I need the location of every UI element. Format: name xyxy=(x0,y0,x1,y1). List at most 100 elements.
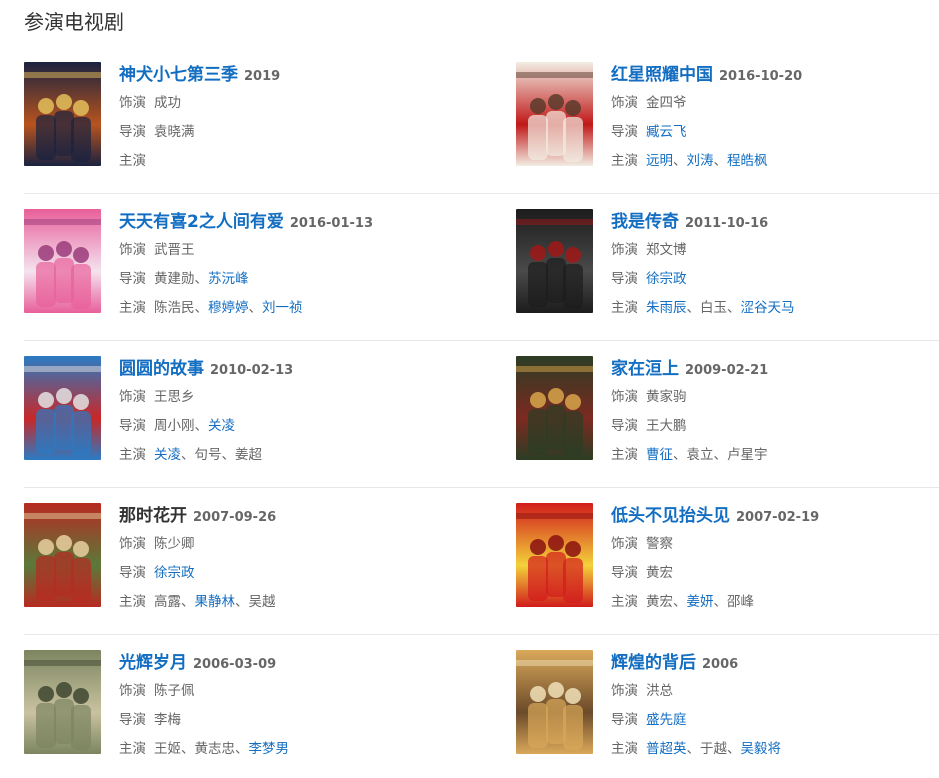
drama-poster[interactable] xyxy=(516,209,593,313)
name-separator: 、 xyxy=(727,741,741,757)
name-separator: 、 xyxy=(673,594,687,610)
poster-art xyxy=(516,356,593,460)
director-label: 导演 xyxy=(119,565,146,581)
drama-title[interactable]: 家在洹上 xyxy=(611,359,679,379)
name-separator: 、 xyxy=(181,741,195,757)
role-name: 陈子佩 xyxy=(154,683,195,699)
title-line: 圆圆的故事 2010-02-13 xyxy=(119,356,479,382)
cast-line: 主演 关凌、句号、姜超 xyxy=(119,441,479,469)
drama-poster[interactable] xyxy=(516,503,593,607)
role-name: 金四爷 xyxy=(646,95,687,111)
cast-name[interactable]: 普超英 xyxy=(646,741,687,757)
director-name: 黄建勋 xyxy=(154,271,195,287)
title-line: 家在洹上 2009-02-21 xyxy=(611,356,939,382)
role-line: 饰演 洪总 xyxy=(611,677,939,705)
cast-name[interactable]: 吴毅将 xyxy=(741,741,782,757)
director-line: 导演 徐宗政 xyxy=(119,559,479,587)
title-line: 天天有喜2之人间有爱 2016-01-13 xyxy=(119,209,479,235)
drama-title[interactable]: 神犬小七第三季 xyxy=(119,65,238,85)
drama-title[interactable]: 天天有喜2之人间有爱 xyxy=(119,212,284,232)
drama-poster[interactable] xyxy=(24,356,101,460)
cast-line: 主演 曹征、袁立、卢星宇 xyxy=(611,441,939,469)
drama-title[interactable]: 辉煌的背后 xyxy=(611,653,696,673)
director-name[interactable]: 盛先庭 xyxy=(646,712,687,728)
poster-art xyxy=(24,62,101,166)
cast-line: 主演 黄宏、姜妍、邵峰 xyxy=(611,588,939,616)
cast-name[interactable]: 关凌 xyxy=(154,447,181,463)
role-label: 饰演 xyxy=(119,536,146,552)
drama-card: 天天有喜2之人间有爱 2016-01-13 饰演 武晋王 导演 黄建勋、苏沅峰 主演 陈浩民、… xyxy=(24,195,484,335)
cast-name: 卢星宇 xyxy=(727,447,768,463)
drama-card: 圆圆的故事 2010-02-13 饰演 王思乡 导演 周小刚、关凌 主演 关凌、句号、姜超 xyxy=(24,342,484,482)
role-label: 饰演 xyxy=(119,242,146,258)
drama-poster[interactable] xyxy=(24,650,101,754)
director-line: 导演 徐宗政 xyxy=(611,265,939,293)
cast-label: 主演 xyxy=(611,594,638,610)
cast-name[interactable]: 果静林 xyxy=(195,594,236,610)
drama-year: 2007-02-19 xyxy=(736,510,820,525)
cast-line: 主演 陈浩民、穆婷婷、刘一祯 xyxy=(119,294,479,322)
role-line: 饰演 警察 xyxy=(611,530,939,558)
drama-poster[interactable] xyxy=(516,62,593,166)
drama-title[interactable]: 圆圆的故事 xyxy=(119,359,204,379)
drama-year: 2011-10-16 xyxy=(685,216,769,231)
role-name: 郑文博 xyxy=(646,242,687,258)
drama-info: 红星照耀中国 2016-10-20 饰演 金四爷 导演 臧云飞 主演 远明、刘涛、程皓枫 xyxy=(611,62,939,175)
director-name[interactable]: 臧云飞 xyxy=(646,124,687,140)
drama-info: 神犬小七第三季 2019 饰演 成功 导演 袁晓满 主演 xyxy=(119,62,479,175)
role-label: 饰演 xyxy=(119,95,146,111)
cast-name[interactable]: 涩谷天马 xyxy=(741,300,795,316)
drama-title[interactable]: 红星照耀中国 xyxy=(611,65,713,85)
director-line: 导演 王大鹏 xyxy=(611,412,939,440)
poster-art xyxy=(24,356,101,460)
drama-title[interactable]: 光辉岁月 xyxy=(119,653,187,673)
role-label: 饰演 xyxy=(611,242,638,258)
cast-name[interactable]: 姜妍 xyxy=(687,594,714,610)
name-separator: 、 xyxy=(235,594,249,610)
cast-name[interactable]: 远明 xyxy=(646,153,673,169)
director-label: 导演 xyxy=(611,712,638,728)
drama-card: 红星照耀中国 2016-10-20 饰演 金四爷 导演 臧云飞 主演 远明、刘涛、程皓枫 xyxy=(516,48,939,188)
poster-art xyxy=(24,503,101,607)
name-separator: 、 xyxy=(727,300,741,316)
cast-name[interactable]: 李梦男 xyxy=(249,741,290,757)
role-line: 饰演 陈少卿 xyxy=(119,530,479,558)
role-label: 饰演 xyxy=(611,536,638,552)
title-line: 辉煌的背后 2006 xyxy=(611,650,939,676)
cast-name[interactable]: 刘一祯 xyxy=(262,300,303,316)
row-divider xyxy=(24,193,939,194)
cast-name: 白玉 xyxy=(700,300,727,316)
director-name[interactable]: 关凌 xyxy=(208,418,235,434)
title-line: 我是传奇 2011-10-16 xyxy=(611,209,939,235)
title-line: 神犬小七第三季 2019 xyxy=(119,62,479,88)
name-separator: 、 xyxy=(194,300,209,316)
director-label: 导演 xyxy=(119,712,146,728)
poster-art xyxy=(516,62,593,166)
drama-poster[interactable] xyxy=(24,209,101,313)
director-name[interactable]: 徐宗政 xyxy=(646,271,687,287)
director-name[interactable]: 徐宗政 xyxy=(154,565,195,581)
cast-name: 于越 xyxy=(700,741,727,757)
cast-name[interactable]: 朱雨辰 xyxy=(646,300,687,316)
drama-poster[interactable] xyxy=(24,503,101,607)
role-name: 黄家驹 xyxy=(646,389,687,405)
section-title: 参演电视剧 xyxy=(24,10,124,34)
cast-name[interactable]: 曹征 xyxy=(646,447,673,463)
director-line: 导演 黄建勋、苏沅峰 xyxy=(119,265,479,293)
drama-title[interactable]: 我是传奇 xyxy=(611,212,679,232)
drama-grid: 神犬小七第三季 2019 饰演 成功 导演 袁晓满 主演 红星照耀中国 2016-10-20 饰演… xyxy=(24,48,939,778)
drama-poster[interactable] xyxy=(24,62,101,166)
cast-label: 主演 xyxy=(119,447,146,463)
drama-poster[interactable] xyxy=(516,356,593,460)
drama-year: 2019 xyxy=(244,69,281,84)
drama-poster[interactable] xyxy=(516,650,593,754)
name-separator: 、 xyxy=(686,300,701,316)
drama-row: 天天有喜2之人间有爱 2016-01-13 饰演 武晋王 导演 黄建勋、苏沅峰 主演 陈浩民、… xyxy=(24,195,939,342)
drama-title[interactable]: 低头不见抬头见 xyxy=(611,506,730,526)
cast-name[interactable]: 穆婷婷 xyxy=(208,300,249,316)
director-name: 黄宏 xyxy=(646,565,673,581)
cast-name[interactable]: 刘涛 xyxy=(687,153,714,169)
cast-name[interactable]: 程皓枫 xyxy=(727,153,768,169)
director-name[interactable]: 苏沅峰 xyxy=(208,271,249,287)
director-line: 导演 李梅 xyxy=(119,706,479,734)
